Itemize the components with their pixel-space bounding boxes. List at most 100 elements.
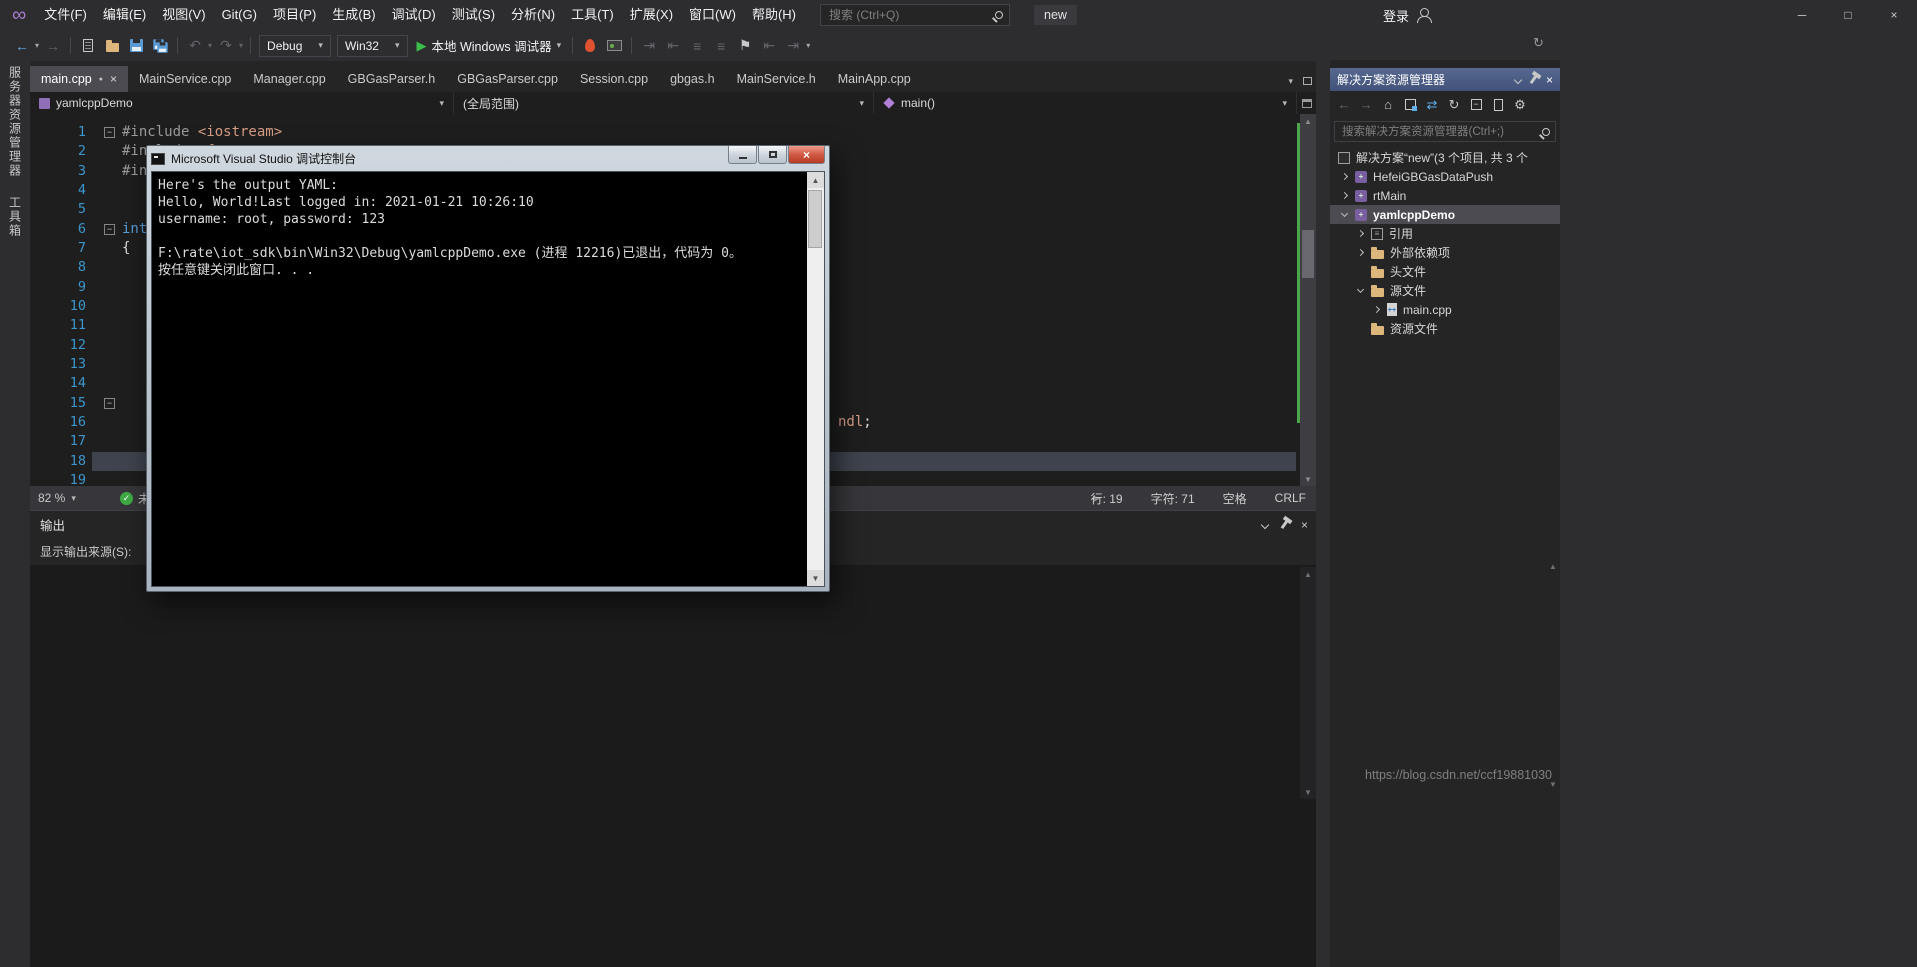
menu-item[interactable]: 扩展(X) — [622, 0, 681, 30]
scroll-down-icon[interactable]: ▼ — [1300, 785, 1316, 799]
project-dropdown[interactable]: yamlcppDemo ▾ — [30, 92, 454, 114]
open-file-icon[interactable] — [101, 34, 123, 58]
hot-reload-icon[interactable] — [579, 34, 601, 58]
console-close-button[interactable]: × — [788, 146, 825, 164]
home-icon[interactable]: ⌂ — [1378, 95, 1398, 115]
search-icon[interactable] — [995, 11, 1003, 19]
member-dropdown[interactable]: main() ▾ — [874, 92, 1297, 114]
scroll-up-icon[interactable]: ▲ — [1300, 567, 1316, 581]
sync-with-active-document-icon[interactable]: ⇄ — [1422, 95, 1442, 115]
back-icon[interactable]: ← — [1334, 95, 1354, 115]
toolbar-overflow-icon[interactable]: ▾ — [806, 41, 810, 50]
tab-mainservice-h[interactable]: MainService.h — [726, 66, 827, 92]
column-indicator[interactable]: 字符: 71 — [1151, 490, 1195, 507]
bookmark-icon[interactable]: ⚑ — [734, 34, 756, 58]
editor-vertical-scrollbar[interactable]: ▲ ▼ — [1300, 114, 1316, 486]
pin-icon[interactable] — [1530, 75, 1538, 84]
tree-item-header-files[interactable]: 头文件 — [1330, 262, 1560, 281]
indent-icon[interactable]: ⇥ — [638, 34, 660, 58]
close-panel-icon[interactable]: × — [1546, 74, 1553, 86]
scrollbar-thumb[interactable] — [808, 190, 822, 248]
menu-item[interactable]: 文件(F) — [36, 0, 95, 30]
output-scrollbar[interactable]: ▲ ▼ — [1300, 567, 1316, 799]
save-icon[interactable] — [125, 34, 147, 58]
scroll-down-icon[interactable]: ▼ — [1300, 472, 1316, 486]
float-window-icon[interactable] — [1303, 77, 1312, 85]
zoom-dropdown[interactable]: 82 % ▾ — [38, 486, 76, 510]
sign-in-button[interactable]: 登录 — [1383, 0, 1431, 30]
close-button[interactable]: × — [1871, 0, 1917, 30]
navbar-toggle-button[interactable] — [1297, 92, 1316, 114]
properties-icon[interactable]: ⚙ — [1510, 95, 1530, 115]
window-position-icon[interactable] — [1261, 520, 1269, 528]
scroll-up-icon[interactable]: ▲ — [1546, 560, 1560, 572]
chevron-collapsed-icon[interactable] — [1341, 173, 1348, 180]
menu-item[interactable]: 生成(B) — [324, 0, 383, 30]
quick-search-input[interactable] — [827, 7, 995, 23]
tab-mainapp-cpp[interactable]: MainApp.cpp — [827, 66, 922, 92]
indent-mode-indicator[interactable]: 空格 — [1223, 490, 1247, 507]
scrollbar-thumb[interactable] — [1302, 230, 1314, 278]
tab-session-cpp[interactable]: Session.cpp — [569, 66, 659, 92]
collapse-all-icon[interactable]: − — [1466, 95, 1486, 115]
undo-dropdown-icon[interactable]: ▾ — [208, 41, 212, 50]
prev-bookmark-icon[interactable]: ⇤ — [758, 34, 780, 58]
console-minimize-button[interactable] — [728, 146, 757, 164]
pin-icon[interactable] — [1281, 520, 1289, 529]
close-tab-icon[interactable]: × — [110, 73, 117, 85]
solution-explorer-scrollbar[interactable]: ▲ ▼ — [1546, 560, 1560, 790]
diagnostics-image-icon[interactable] — [603, 34, 625, 58]
output-content[interactable]: ▲ ▼ — [30, 565, 1316, 967]
navigate-back-dropdown-icon[interactable]: ▾ — [35, 41, 39, 50]
chevron-collapsed-icon[interactable] — [1373, 306, 1380, 313]
menu-item[interactable]: 工具(T) — [563, 0, 622, 30]
new-file-icon[interactable] — [77, 34, 99, 58]
maximize-button[interactable]: □ — [1825, 0, 1871, 30]
window-position-icon[interactable] — [1514, 75, 1522, 83]
tree-item-references[interactable]: ≡ 引用 — [1330, 224, 1560, 243]
scroll-down-icon[interactable]: ▼ — [807, 570, 824, 586]
search-icon[interactable] — [1542, 128, 1550, 136]
tab-manager-cpp[interactable]: Manager.cpp — [242, 66, 336, 92]
chevron-collapsed-icon[interactable] — [1341, 192, 1348, 199]
line-indicator[interactable]: 行: 19 — [1091, 490, 1123, 507]
quick-search-box[interactable] — [820, 4, 1010, 26]
next-bookmark-icon[interactable]: ⇥ — [782, 34, 804, 58]
menu-item[interactable]: 帮助(H) — [744, 0, 804, 30]
solution-search-input[interactable] — [1340, 125, 1542, 139]
fold-marker-icon[interactable]: − — [104, 127, 115, 138]
solution-platform-dropdown[interactable]: Win32 ▾ — [337, 35, 408, 57]
tree-item-yamlcppdemo[interactable]: + yamlcppDemo — [1330, 205, 1560, 224]
navigate-back-icon[interactable]: ← — [11, 34, 33, 58]
switch-views-icon[interactable] — [1400, 95, 1420, 115]
tree-item-source-files[interactable]: 源文件 — [1330, 281, 1560, 300]
forward-icon[interactable]: → — [1356, 95, 1376, 115]
menu-item[interactable]: 窗口(W) — [681, 0, 744, 30]
uncomment-icon[interactable]: ≡ — [710, 34, 732, 58]
redo-icon[interactable]: ↷ — [215, 34, 237, 58]
solution-explorer-header[interactable]: 解决方案资源管理器 × — [1330, 68, 1560, 91]
feedback-icon[interactable]: ↻ — [1533, 35, 1544, 51]
fold-marker-icon[interactable]: − — [104, 398, 115, 409]
comment-icon[interactable]: ≡ — [686, 34, 708, 58]
chevron-expanded-icon[interactable] — [1357, 285, 1364, 292]
menu-item[interactable]: 调试(D) — [384, 0, 444, 30]
menu-item[interactable]: 测试(S) — [444, 0, 503, 30]
chevron-collapsed-icon[interactable] — [1357, 249, 1364, 256]
console-scrollbar[interactable]: ▲ ▼ — [807, 172, 824, 586]
scope-dropdown[interactable]: (全局范围) ▾ — [454, 92, 874, 114]
debug-console-window[interactable]: Microsoft Visual Studio 调试控制台 × Here's t… — [146, 145, 830, 592]
redo-dropdown-icon[interactable]: ▾ — [239, 41, 243, 50]
start-debugging-button[interactable]: ▶ 本地 Windows 调试器 ▾ — [417, 36, 562, 55]
chevron-collapsed-icon[interactable] — [1357, 230, 1364, 237]
solution-configuration-dropdown[interactable]: Debug ▾ — [259, 35, 331, 57]
eol-indicator[interactable]: CRLF — [1275, 491, 1306, 505]
navigate-forward-icon[interactable]: → — [42, 34, 64, 58]
tree-item-resource-files[interactable]: 资源文件 — [1330, 319, 1560, 338]
console-title-bar[interactable]: Microsoft Visual Studio 调试控制台 × — [151, 146, 825, 171]
scroll-up-icon[interactable]: ▲ — [1300, 114, 1316, 128]
scroll-up-icon[interactable]: ▲ — [807, 172, 824, 188]
fold-marker-icon[interactable]: − — [104, 224, 115, 235]
tree-item-rtmain[interactable]: + rtMain — [1330, 186, 1560, 205]
menu-item[interactable]: 视图(V) — [154, 0, 213, 30]
